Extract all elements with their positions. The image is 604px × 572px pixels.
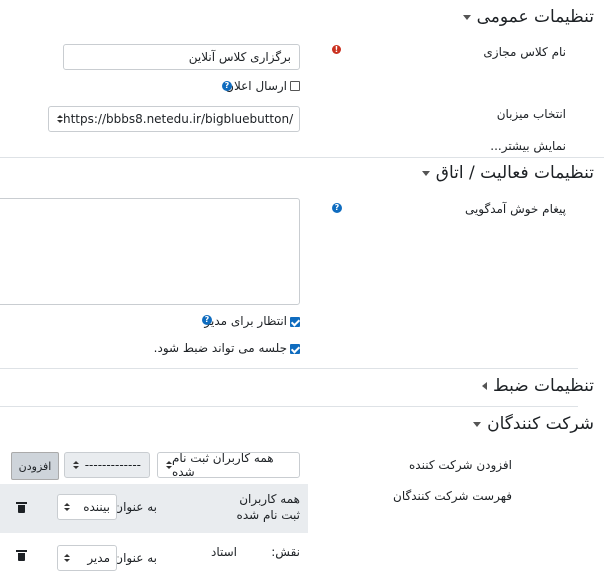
welcome-textarea[interactable] [0,198,300,305]
select-stepper-icon [73,461,79,469]
trash-icon[interactable] [16,502,27,513]
expand-caret-icon [481,382,487,390]
required-icon: ! [332,45,341,54]
participant-row2-name: استاد [210,545,237,559]
wait-moderator-label: انتظار برای مدیر [204,314,287,328]
collapse-caret-icon [421,170,430,176]
wait-moderator-checkbox[interactable] [290,317,300,327]
help-icon[interactable]: ? [332,203,342,213]
class-name-label: نام کلاس مجازی [483,45,566,59]
add-participant-second-value: ------------- [84,458,141,472]
host-select[interactable]: https://bbbs8.netedu.ir/bigbluebutton/ [48,106,300,132]
section-participants-title: شرکت کنندگان [487,414,594,434]
section-activity-header[interactable]: تنظیمات فعالیت / اتاق [421,163,594,183]
help-icon[interactable]: ? [202,315,212,325]
section-general-title: تنظیمات عمومی [476,7,594,27]
section-participants-header[interactable]: شرکت کنندگان [473,414,594,434]
collapse-caret-icon [473,421,482,427]
add-participant-select-value: همه کاربران ثبت نام شده [172,451,274,479]
section-recording-header[interactable]: تنظیمات ضبط [481,376,594,396]
participant-row1-as: به عنوان [114,500,157,514]
select-stepper-icon [64,554,70,562]
participant-row1-name: همه کاربران ثبت نام شده [236,492,300,522]
add-participant-button[interactable]: افزودن [11,452,59,480]
class-name-value: برگزاری کلاس آنلاین [188,50,291,64]
select-stepper-icon [64,503,70,511]
section-recording-title: تنظیمات ضبط [492,376,594,396]
host-label: انتخاب میزبان [496,107,566,121]
participant-list-label: فهرست شرکت کنندگان [393,489,512,503]
send-notice-label: ارسال اعلان [225,79,287,93]
can-record-checkbox[interactable] [290,344,300,354]
host-select-value: https://bbbs8.netedu.ir/bigbluebutton/ [63,112,294,126]
add-participant-label: افزودن شرکت کننده [409,458,512,472]
divider [0,406,578,407]
section-general-header[interactable]: تنظیمات عمومی [462,7,594,27]
help-icon[interactable]: ? [222,81,232,91]
divider [0,157,604,158]
divider [0,368,578,369]
class-name-input[interactable]: برگزاری کلاس آنلاین [63,44,300,70]
participant-row1-role-select[interactable]: بیننده [57,494,117,520]
participant-row2-role-select[interactable]: مدیر [57,545,117,571]
collapse-caret-icon [462,14,471,20]
participant-row2-as: به عنوان [114,551,157,565]
trash-icon[interactable] [16,550,27,561]
add-participant-second-select[interactable]: ------------- [64,452,150,478]
add-participant-select[interactable]: همه کاربران ثبت نام شده [157,451,300,479]
participant-row2-role: مدیر [87,551,110,565]
can-record-label: جلسه می تواند ضبط شود. [153,341,287,355]
welcome-label: پیغام خوش آمدگویی [464,202,566,216]
section-activity-title: تنظیمات فعالیت / اتاق [435,163,594,183]
participant-row1-role: بیننده [83,500,110,514]
send-notice-checkbox[interactable] [290,81,300,91]
show-more-link[interactable]: نمایش بیشتر... [490,139,566,153]
participant-row2-prefix: نقش: [271,545,300,559]
